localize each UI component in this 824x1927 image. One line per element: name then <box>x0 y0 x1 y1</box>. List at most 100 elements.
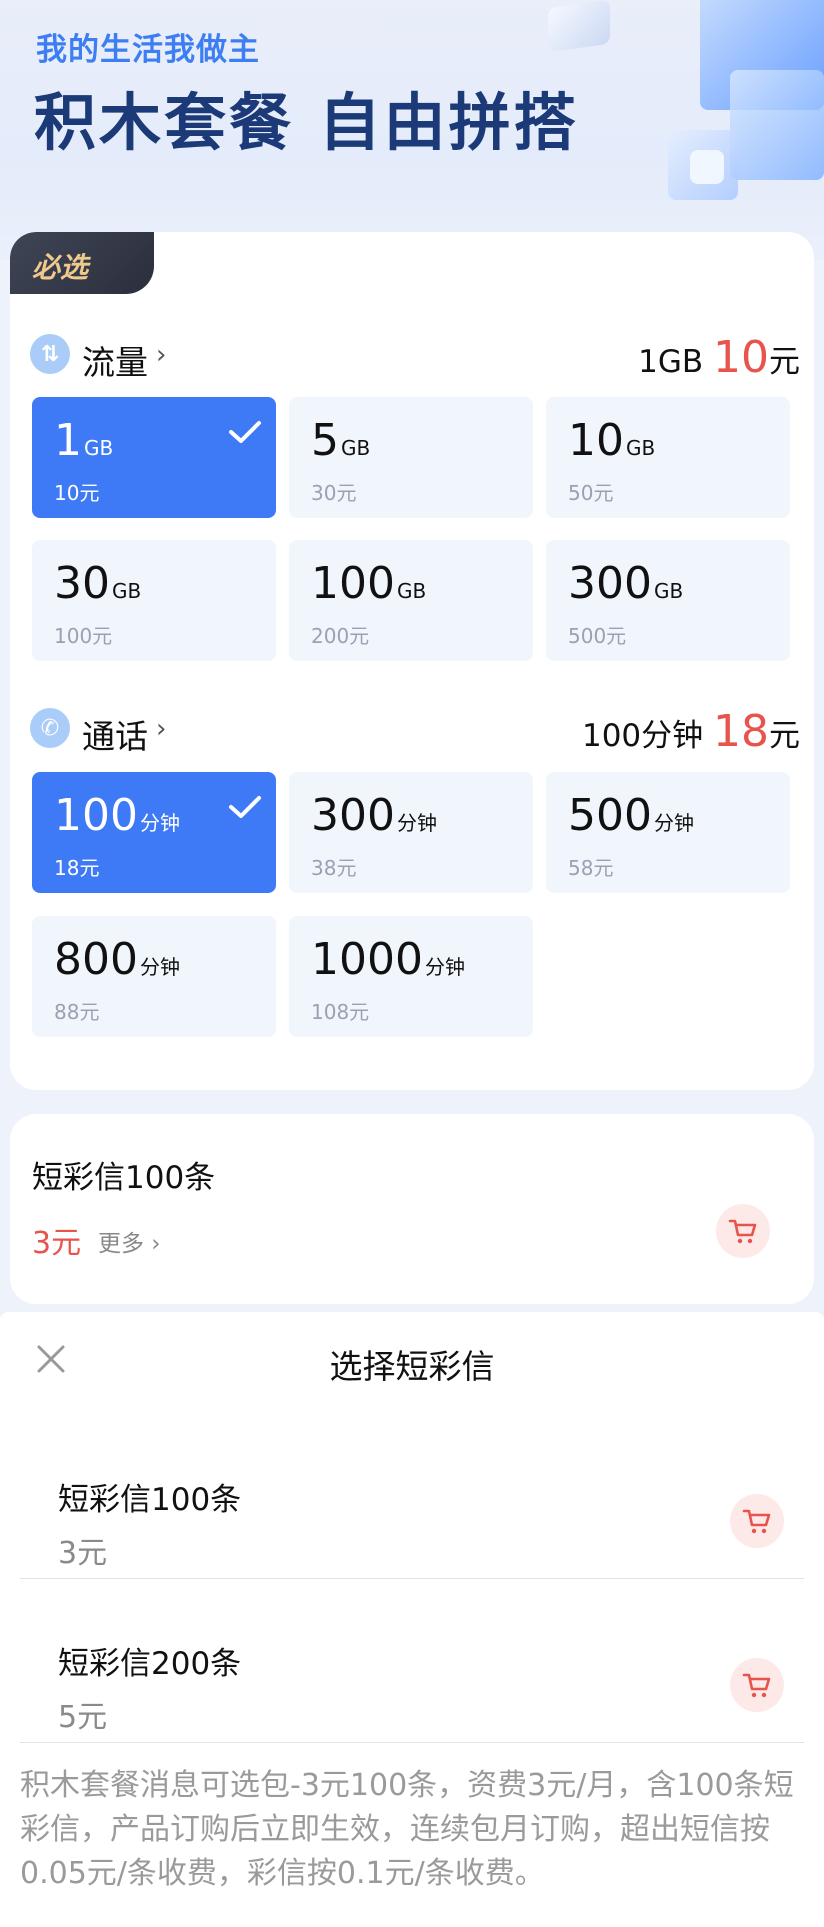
option-price: 30元 <box>311 481 357 505</box>
option-price: 108元 <box>311 1000 370 1024</box>
option-unit: GB <box>112 579 142 603</box>
option-price: 50元 <box>568 481 614 505</box>
sms-more-link[interactable]: 更多 › <box>98 1224 161 1258</box>
option-amount-value: 100 <box>54 790 138 841</box>
option-price: 500元 <box>568 624 627 648</box>
data-option[interactable]: 1 GB 10元 <box>32 397 276 518</box>
call-option[interactable]: 800 分钟 88元 <box>32 916 276 1037</box>
call-section-summary: 100分钟 18元 <box>582 706 800 757</box>
sms-more-label: 更多 <box>98 1231 144 1257</box>
sms-card: 短彩信100条 3元 更多 › <box>10 1114 814 1304</box>
option-amount: 300 GB <box>568 558 683 609</box>
option-price: 88元 <box>54 1000 100 1024</box>
option-price: 200元 <box>311 624 370 648</box>
option-unit: 分钟 <box>653 811 694 835</box>
data-option[interactable]: 10 GB 50元 <box>546 397 790 518</box>
data-section-summary: 1GB 10元 <box>638 332 800 383</box>
decor-cube <box>730 70 824 180</box>
option-amount-value: 1 <box>54 415 82 466</box>
option-amount-value: 5 <box>311 415 339 466</box>
shopping-cart-icon <box>742 1509 771 1534</box>
option-unit: GB <box>653 579 684 603</box>
data-summary-price: 10 <box>713 332 769 383</box>
required-badge: 必选 <box>10 232 154 294</box>
option-amount: 10 GB <box>568 415 655 466</box>
option-unit: GB <box>626 436 656 460</box>
shopping-cart-icon <box>728 1219 757 1244</box>
call-summary-price: 18 <box>713 706 769 757</box>
sheet-description: 积木套餐消息可选包-3元100条，资费3元/月，含100条短彩信，产品订购后立即… <box>20 1768 794 1891</box>
data-option[interactable]: 300 GB 500元 <box>546 540 790 661</box>
option-amount-value: 1000 <box>311 934 423 985</box>
sheet-item-price: 3元 <box>58 1536 108 1571</box>
option-amount-value: 300 <box>311 790 395 841</box>
option-amount: 5 GB <box>311 415 370 466</box>
option-amount: 1000 分钟 <box>311 934 465 985</box>
call-option[interactable]: 300 分钟 38元 <box>289 772 533 893</box>
divider <box>20 1742 804 1743</box>
phone-icon: ✆ <box>30 708 70 748</box>
add-to-cart-button[interactable] <box>730 1494 784 1548</box>
call-option[interactable]: 500 分钟 58元 <box>546 772 790 893</box>
sheet-item-price: 5元 <box>58 1700 108 1735</box>
chevron-right-icon: › <box>156 340 167 370</box>
sheet-item-name: 短彩信200条 <box>58 1646 242 1682</box>
option-amount: 500 分钟 <box>568 790 694 841</box>
sms-card-price: 3元 <box>32 1226 82 1261</box>
call-summary-amount: 100分钟 <box>581 718 713 754</box>
hero-slogan: 我的生活我做主 <box>36 32 260 68</box>
add-to-cart-button[interactable] <box>716 1204 770 1258</box>
call-summary-unit: 元 <box>769 718 800 754</box>
option-amount: 30 GB <box>54 558 141 609</box>
call-section-header[interactable]: ✆ 通话 › 100分钟 18元 <box>30 704 800 757</box>
data-option[interactable]: 5 GB 30元 <box>289 397 533 518</box>
option-amount-value: 500 <box>568 790 652 841</box>
data-summary-amount: 1GB <box>638 344 713 380</box>
call-option[interactable]: 100 分钟 18元 <box>32 772 276 893</box>
option-unit: 分钟 <box>424 955 465 979</box>
checkmark-icon <box>229 796 261 818</box>
option-amount: 800 分钟 <box>54 934 180 985</box>
shopping-cart-icon <box>742 1673 771 1698</box>
option-price: 58元 <box>568 856 614 880</box>
option-price: 18元 <box>54 856 100 880</box>
option-unit: GB <box>396 579 427 603</box>
option-amount-value: 800 <box>54 934 138 985</box>
required-card: 必选 ⇅ 流量 › 1GB 10元 1 GB 10元 5 GB 30元 10 GB 5… <box>10 232 814 1090</box>
decor-cube <box>548 0 610 53</box>
option-unit: GB <box>341 436 371 460</box>
hero-banner: 我的生活我做主 积木套餐 自由拼搭 <box>0 0 824 260</box>
call-section-title: 通话 <box>82 717 148 756</box>
option-amount: 1 GB <box>54 415 113 466</box>
option-amount: 300 分钟 <box>311 790 437 841</box>
option-amount: 100 GB <box>311 558 426 609</box>
option-amount-value: 10 <box>568 415 624 466</box>
chevron-right-icon: › <box>144 1231 161 1257</box>
call-option[interactable]: 1000 分钟 108元 <box>289 916 533 1037</box>
option-amount-value: 100 <box>311 558 395 609</box>
data-option[interactable]: 100 GB 200元 <box>289 540 533 661</box>
option-amount-value: 300 <box>568 558 652 609</box>
option-unit: 分钟 <box>396 811 437 835</box>
option-price: 38元 <box>311 856 357 880</box>
data-option[interactable]: 30 GB 100元 <box>32 540 276 661</box>
sms-card-name: 短彩信100条 <box>32 1160 216 1196</box>
data-section-title: 流量 <box>82 343 148 382</box>
option-amount-value: 30 <box>54 558 110 609</box>
sheet-title: 选择短彩信 <box>329 1347 495 1386</box>
option-unit: GB <box>84 436 114 460</box>
sheet-item-name: 短彩信100条 <box>58 1482 242 1518</box>
option-unit: 分钟 <box>139 811 180 835</box>
chevron-right-icon: › <box>156 714 167 744</box>
hero-headline: 积木套餐 自由拼搭 <box>34 86 579 159</box>
data-arrows-icon: ⇅ <box>30 334 70 374</box>
option-price: 10元 <box>54 481 100 505</box>
add-to-cart-button[interactable] <box>730 1658 784 1712</box>
option-unit: 分钟 <box>139 955 180 979</box>
data-section-header[interactable]: ⇅ 流量 › 1GB 10元 <box>30 330 800 383</box>
decor-cube <box>690 150 724 184</box>
checkmark-icon <box>229 421 261 443</box>
option-price: 100元 <box>54 624 113 648</box>
data-summary-unit: 元 <box>769 344 800 380</box>
option-amount: 100 分钟 <box>54 790 180 841</box>
